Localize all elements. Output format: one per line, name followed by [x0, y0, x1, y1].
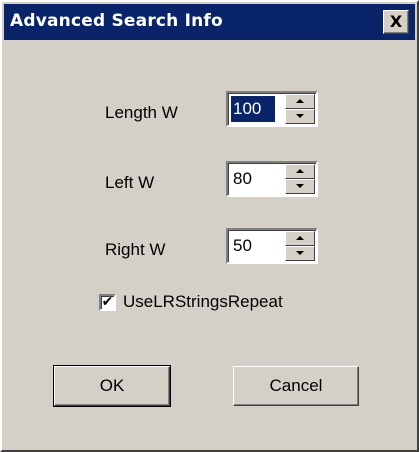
length-w-spin-buttons	[285, 94, 315, 124]
window-title: Advanced Search Info	[10, 11, 223, 31]
left-w-spin-buttons	[285, 164, 315, 194]
dialog-window: Advanced Search Info X Length W Left W R…	[0, 0, 419, 452]
right-w-input[interactable]	[231, 233, 285, 259]
length-w-decrement-button[interactable]	[285, 109, 315, 124]
length-w-spinbox	[226, 91, 318, 127]
use-lr-strings-repeat-checkbox[interactable]: ✔	[99, 294, 116, 311]
right-w-spin-buttons	[285, 231, 315, 261]
right-w-label: Right W	[105, 240, 166, 259]
right-w-spinbox	[226, 228, 318, 264]
cancel-button[interactable]: Cancel	[233, 366, 359, 406]
arrow-up-icon	[296, 169, 304, 173]
left-w-input[interactable]	[231, 166, 285, 192]
left-w-increment-button[interactable]	[285, 164, 315, 179]
right-w-decrement-button[interactable]	[285, 246, 315, 261]
title-bar[interactable]: Advanced Search Info X	[4, 4, 415, 40]
use-lr-strings-repeat-label[interactable]: UseLRStringsRepeat	[123, 292, 283, 312]
right-w-increment-button[interactable]	[285, 231, 315, 246]
close-icon: X	[389, 12, 403, 31]
length-w-label: Length W	[105, 103, 178, 122]
arrow-down-icon	[296, 184, 304, 188]
checkmark-icon: ✔	[101, 294, 114, 310]
ok-button[interactable]: OK	[53, 365, 171, 407]
arrow-down-icon	[296, 251, 304, 255]
arrow-up-icon	[296, 99, 304, 103]
length-w-input[interactable]	[231, 96, 275, 122]
left-w-spinbox	[226, 161, 318, 197]
arrow-up-icon	[296, 236, 304, 240]
length-w-increment-button[interactable]	[285, 94, 315, 109]
arrow-down-icon	[296, 114, 304, 118]
close-button[interactable]: X	[383, 10, 409, 34]
left-w-decrement-button[interactable]	[285, 179, 315, 194]
left-w-label: Left W	[105, 173, 155, 192]
